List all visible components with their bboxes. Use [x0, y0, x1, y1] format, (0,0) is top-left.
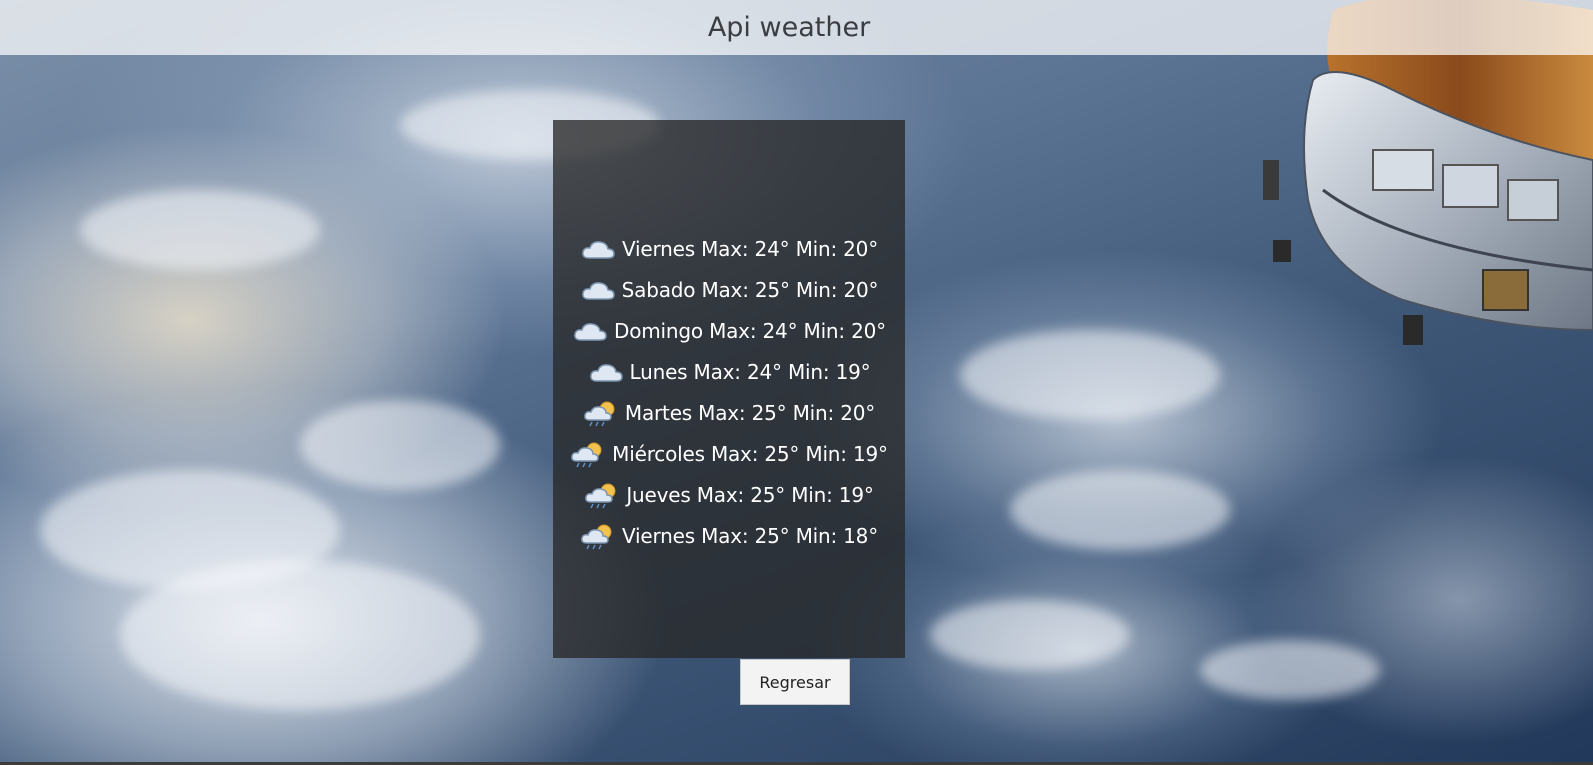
page-title: Api weather	[707, 12, 871, 43]
forecast-text: Domingo Max: 24° Min: 20°	[614, 318, 886, 343]
cloudy-icon	[581, 281, 615, 300]
forecast-text: Martes Max: 25° Min: 20°	[624, 400, 876, 425]
partly-cloudy-rain-icon	[571, 442, 602, 467]
forecast-row: Miércoles Max: 25° Min: 19°	[570, 433, 888, 474]
partly-cloudy-rain-icon	[581, 524, 612, 549]
page-header: Api weather	[0, 0, 1593, 55]
forecast-row: Viernes Max: 24° Min: 20°	[580, 228, 878, 269]
forecast-row: Jueves Max: 25° Min: 19°	[584, 474, 874, 515]
partly-cloudy-rain-icon	[584, 401, 615, 426]
background-cloud	[120, 560, 480, 710]
back-button[interactable]: Regresar	[740, 659, 850, 705]
background-cloud	[300, 400, 500, 490]
background-cloud	[930, 600, 1130, 670]
background-cloud	[80, 190, 320, 270]
forecast-text: Miércoles Max: 25° Min: 19°	[612, 441, 888, 466]
cloudy-icon	[589, 363, 623, 382]
forecast-row: Lunes Max: 24° Min: 19°	[588, 351, 871, 392]
partly-cloudy-rain-icon	[585, 483, 616, 508]
forecast-text: Viernes Max: 25° Min: 18°	[621, 523, 879, 548]
forecast-text: Jueves Max: 25° Min: 19°	[626, 482, 874, 507]
cloudy-icon	[582, 240, 615, 259]
background-cloud	[1010, 470, 1230, 550]
forecast-row: Martes Max: 25° Min: 20°	[583, 392, 875, 433]
forecast-row: Sabado Max: 25° Min: 20°	[580, 269, 879, 310]
background-cloud	[1200, 640, 1380, 700]
background-cloud	[960, 330, 1220, 420]
forecast-text: Lunes Max: 24° Min: 19°	[629, 359, 871, 384]
forecast-text: Viernes Max: 24° Min: 20°	[621, 236, 879, 261]
page-background: Api weather Viernes Max: 24° Min: 20° Sa…	[0, 0, 1593, 765]
forecast-row: Domingo Max: 24° Min: 20°	[572, 310, 886, 351]
cloudy-icon	[574, 322, 607, 341]
forecast-row: Viernes Max: 25° Min: 18°	[580, 515, 878, 556]
forecast-text: Sabado Max: 25° Min: 20°	[621, 277, 879, 302]
forecast-panel: Viernes Max: 24° Min: 20° Sabado Max: 25…	[553, 120, 905, 658]
